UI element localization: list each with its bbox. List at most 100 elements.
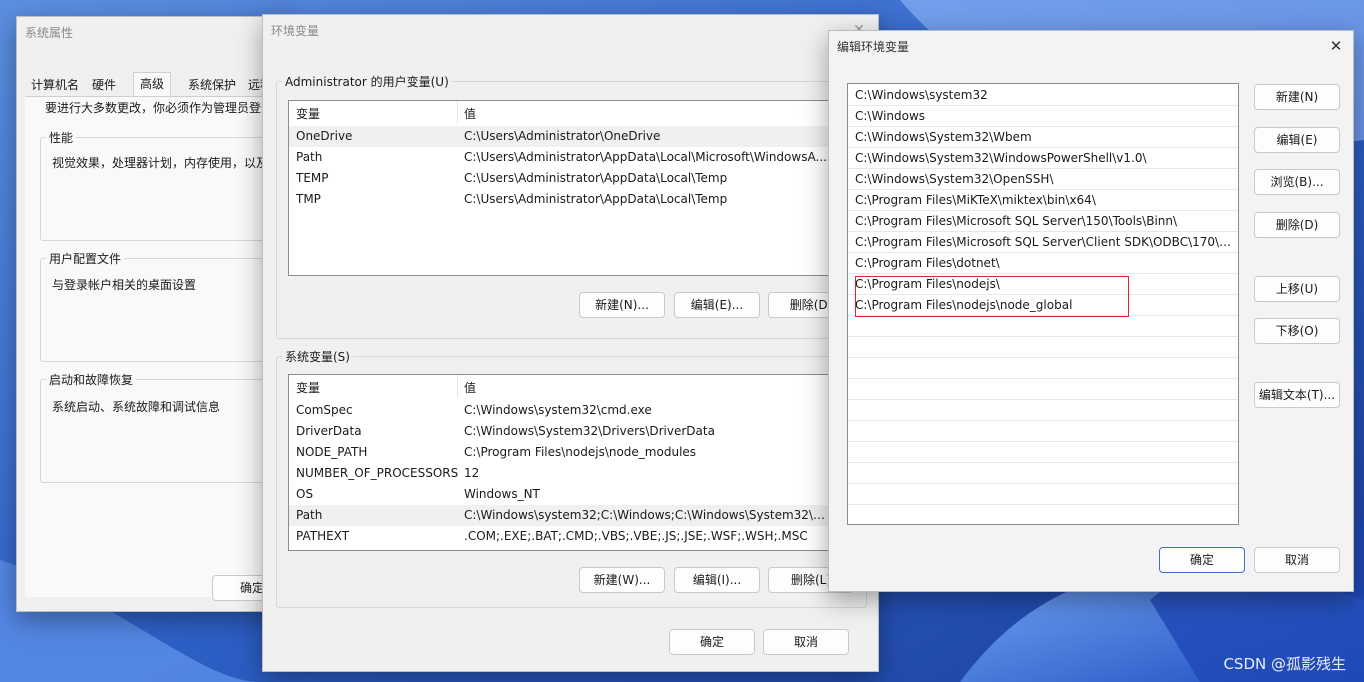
var-name: Path [296,150,323,164]
environment-variables-window: 环境变量 ✕ Administrator 的用户变量(U) 变量 值 OneDr… [262,14,879,672]
empty-row[interactable] [848,400,1238,421]
ok-button[interactable]: 确定 [669,629,755,655]
edit-text-button[interactable]: 编辑文本(T)... [1254,382,1340,408]
empty-row[interactable] [848,484,1238,505]
system-variables-label: 系统变量(S) [282,348,353,365]
ok-button[interactable]: 确定 [1159,547,1245,573]
system-properties-window: 系统属性 计算机名 硬件 高级 系统保护 远程 要进行大多数更改，你必须作为管理… [16,16,300,612]
list-item[interactable]: C:\Program Files\dotnet\ [848,253,1238,274]
move-down-button[interactable]: 下移(O) [1254,318,1340,344]
path-entries-list[interactable]: C:\Windows\system32 C:\Windows C:\Window… [847,83,1239,525]
startup-recovery-label: 启动和故障恢复 [46,371,137,388]
column-variable[interactable]: 变量 [296,105,320,122]
table-row[interactable]: PATHEXT .COM;.EXE;.BAT;.CMD;.VBS;.VBE;.JS… [289,526,833,547]
var-value: .COM;.EXE;.BAT;.CMD;.VBS;.VBE;.JS;.JSE;.… [464,529,808,543]
system-variables-list[interactable]: 变量 值 ComSpec C:\Windows\system32\cmd.exe … [288,374,834,551]
path-entry: C:\Windows\System32\Wbem [855,130,1032,144]
table-row[interactable]: TEMP C:\Users\Administrator\AppData\Local… [289,168,833,189]
var-value: C:\Program Files\nodejs\node_modules [464,445,697,459]
system-edit-button[interactable]: 编辑(I)... [674,567,760,593]
var-name: OS [296,487,314,501]
table-row[interactable]: OS Windows_NT [289,484,833,505]
close-icon[interactable]: ✕ [1319,33,1353,59]
list-item[interactable]: C:\Windows\System32\OpenSSH\ [848,169,1238,190]
list-item[interactable]: C:\Windows\system32 [848,85,1238,106]
empty-row[interactable] [848,337,1238,358]
var-name: TEMP [296,171,329,185]
var-name: NODE_PATH [296,445,368,459]
tab-advanced[interactable]: 高级 [133,72,172,98]
empty-row[interactable] [848,379,1238,400]
path-entry: C:\Windows\System32\WindowsPowerShell\v1… [855,151,1147,165]
browse-button[interactable]: 浏览(B)... [1254,169,1340,195]
user-profile-group [40,258,300,362]
column-value[interactable]: 值 [464,105,476,122]
tab-computer-name[interactable]: 计算机名 [25,74,85,96]
cancel-button[interactable]: 取消 [1254,547,1340,573]
watermark: CSDN @孤影残生 [1223,655,1346,673]
list-item[interactable]: C:\Windows\System32\WindowsPowerShell\v1… [848,148,1238,169]
titlebar: 系统属性 [17,17,285,47]
var-name: ComSpec [296,403,353,417]
empty-row[interactable] [848,442,1238,463]
user-edit-button[interactable]: 编辑(E)... [674,292,760,318]
tab-system-protection[interactable]: 系统保护 [182,74,242,96]
user-profile-desc: 与登录帐户相关的桌面设置 [52,278,197,292]
empty-row[interactable] [848,421,1238,442]
tab-hardware[interactable]: 硬件 [86,74,122,96]
admin-note: 要进行大多数更改，你必须作为管理员登录。 [45,101,265,115]
list-item[interactable]: C:\Windows [848,106,1238,127]
path-entry: C:\Program Files\Microsoft SQL Server\15… [855,214,1178,228]
list-header: 变量 值 [289,101,833,123]
table-row[interactable]: DriverData C:\Windows\System32\Drivers\Dr… [289,421,833,442]
performance-group [40,137,300,241]
list-item[interactable]: C:\Program Files\MiKTeX\miktex\bin\x64\ [848,190,1238,211]
var-name: OneDrive [296,129,353,143]
var-name: NUMBER_OF_PROCESSORS [296,466,459,480]
new-button[interactable]: 新建(N) [1254,84,1340,110]
path-entry: C:\Program Files\MiKTeX\miktex\bin\x64\ [855,193,1096,207]
cancel-button[interactable]: 取消 [763,629,849,655]
list-item[interactable]: C:\Program Files\Microsoft SQL Server\15… [848,211,1238,232]
list-item[interactable]: C:\Program Files\Microsoft SQL Server\Cl… [848,232,1238,253]
empty-row[interactable] [848,463,1238,484]
empty-row[interactable] [848,316,1238,337]
var-name: DriverData [296,424,362,438]
column-variable[interactable]: 变量 [296,379,320,396]
var-value: C:\Windows\system32;C:\Windows;C:\Window… [464,508,829,522]
var-value: C:\Windows\system32\cmd.exe [464,403,652,417]
path-entry: C:\Program Files\Microsoft SQL Server\Cl… [855,235,1233,249]
titlebar: 环境变量 ✕ [263,15,878,45]
list-item[interactable]: C:\Windows\System32\Wbem [848,127,1238,148]
user-variables-list[interactable]: 变量 值 OneDrive C:\Users\Administrator\OneD… [288,100,834,276]
table-row[interactable]: NUMBER_OF_PROCESSORS 12 [289,463,833,484]
var-name: PATHEXT [296,529,350,543]
path-entry: C:\Windows [855,109,926,123]
window-title: 编辑环境变量 [837,40,910,54]
titlebar: 编辑环境变量 ✕ [829,31,1353,61]
move-up-button[interactable]: 上移(U) [1254,276,1340,302]
user-new-button[interactable]: 新建(N)... [579,292,665,318]
var-value: C:\Users\Administrator\AppData\Local\Tem… [464,171,728,185]
empty-row[interactable] [848,358,1238,379]
edit-environment-variable-window: 编辑环境变量 ✕ C:\Windows\system32 C:\Windows … [828,30,1354,592]
user-profile-label: 用户配置文件 [46,250,125,267]
table-row[interactable]: OneDrive C:\Users\Administrator\OneDrive [289,126,833,147]
table-row[interactable]: NODE_PATH C:\Program Files\nodejs\node_mo… [289,442,833,463]
system-new-button[interactable]: 新建(W)... [579,567,665,593]
table-row[interactable]: Path C:\Users\Administrator\AppData\Local… [289,147,833,168]
edit-button[interactable]: 编辑(E) [1254,127,1340,153]
delete-button[interactable]: 删除(D) [1254,212,1340,238]
column-divider[interactable] [457,101,458,123]
column-value[interactable]: 值 [464,379,476,396]
table-row[interactable]: Path C:\Windows\system32;C:\Windows;C:\Wi… [289,505,833,526]
list-header: 变量 值 [289,375,833,397]
var-value: C:\Users\Administrator\AppData\Local\Tem… [464,192,728,206]
table-row[interactable]: TMP C:\Users\Administrator\AppData\Local\… [289,189,833,210]
column-divider[interactable] [457,375,458,397]
table-row[interactable]: ComSpec C:\Windows\system32\cmd.exe [289,400,833,421]
performance-desc: 视觉效果，处理器计划，内存使用，以及虚拟内存 [52,156,262,170]
window-title: 系统属性 [25,26,74,40]
var-value: 12 [464,466,480,480]
window-title: 环境变量 [271,24,320,38]
